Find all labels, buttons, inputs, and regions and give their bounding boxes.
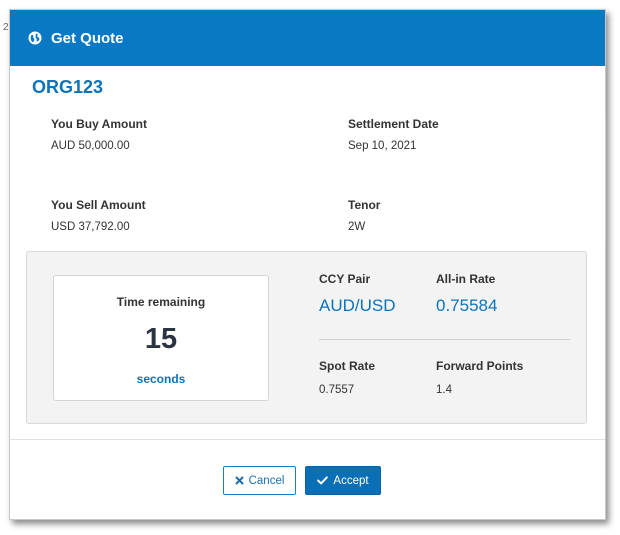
ccy-pair-label: CCY Pair [319,272,371,286]
get-quote-modal: Get Quote ORG123 You Buy Amount AUD 50,0… [9,9,606,520]
forward-points-label: Forward Points [436,359,524,373]
buy-amount-label: You Buy Amount [51,117,147,131]
timer-box: Time remaining 15 seconds [53,275,269,401]
globe-icon [28,31,42,45]
rate-divider [319,339,570,340]
org-title: ORG123 [32,77,104,97]
rate-panel: Time remaining 15 seconds CCY Pair AUD/U… [26,251,587,424]
cancel-label: Cancel [248,474,285,487]
timer-countdown: 15 [144,323,178,355]
forward-points-field: Forward Points 1.4 [436,359,523,396]
close-icon [235,476,244,485]
tenor-field: Tenor 2W [348,198,380,233]
footer-divider [10,439,605,440]
modal-title: Get Quote [51,29,124,47]
spot-rate-label: Spot Rate [319,359,376,373]
stray-character: 2 [3,22,9,33]
scrollbar-track[interactable] [605,114,606,244]
all-in-rate-value: 0.75584 [436,296,498,315]
tenor-label: Tenor [348,198,381,212]
check-icon [317,476,329,485]
forward-points-value: 1.4 [436,384,452,396]
timer-unit: seconds [136,372,186,386]
ccy-pair-field: CCY Pair AUD/USD [319,272,396,316]
sell-amount-field: You Sell Amount USD 37,792.00 [51,198,146,233]
buy-amount-value: AUD 50,000.00 [51,140,130,152]
settlement-date-value: Sep 10, 2021 [348,140,417,152]
timer-label: Time remaining [116,295,206,309]
spot-rate-field: Spot Rate 0.7557 [319,359,375,396]
modal-header: Get Quote [10,10,605,66]
accept-label: Accept [333,474,369,487]
settlement-date-field: Settlement Date Sep 10, 2021 [348,117,439,152]
tenor-value: 2W [348,221,366,233]
all-in-rate-field: All-in Rate 0.75584 [436,272,497,316]
cancel-button[interactable]: Cancel [223,466,296,495]
buy-amount-field: You Buy Amount AUD 50,000.00 [51,117,147,152]
sell-amount-label: You Sell Amount [51,198,146,212]
accept-button[interactable]: Accept [305,466,381,495]
all-in-rate-label: All-in Rate [436,272,496,286]
sell-amount-value: USD 37,792.00 [51,221,130,233]
spot-rate-value: 0.7557 [319,384,355,396]
ccy-pair-value: AUD/USD [319,296,396,315]
settlement-date-label: Settlement Date [348,117,439,131]
